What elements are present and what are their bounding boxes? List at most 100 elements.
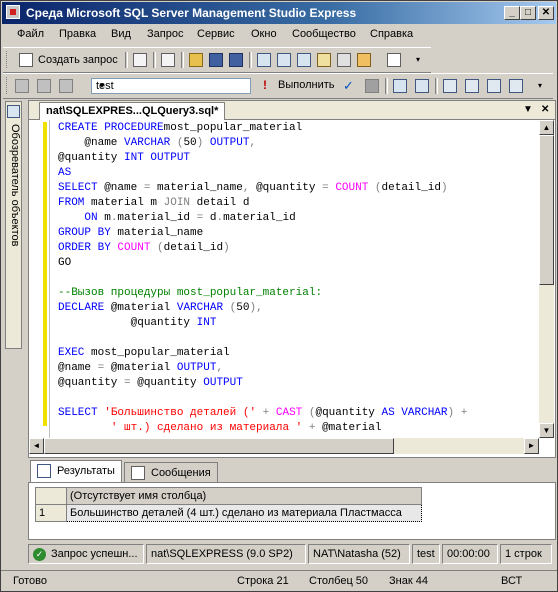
template-explorer-icon[interactable] bbox=[297, 53, 311, 67]
code-line[interactable] bbox=[58, 331, 467, 346]
code-line[interactable]: EXEC most_popular_material bbox=[58, 346, 467, 361]
tab-results-label: Результаты bbox=[57, 465, 115, 477]
code-token: ( bbox=[368, 182, 382, 194]
code-token: most_popular_material bbox=[84, 347, 230, 359]
new-file-icon[interactable] bbox=[133, 53, 147, 67]
comment-out-icon[interactable] bbox=[509, 79, 523, 93]
code-line[interactable]: ON m.material_id = d.material_id bbox=[58, 211, 467, 226]
menu-window[interactable]: Окно bbox=[251, 28, 277, 40]
code-token: d bbox=[203, 212, 217, 224]
code-line[interactable]: DECLARE @material VARCHAR (50), bbox=[58, 301, 467, 316]
scroll-left-icon[interactable]: ◄ bbox=[29, 438, 44, 454]
new-query-button[interactable]: Создать запрос bbox=[19, 51, 121, 69]
summary-icon[interactable] bbox=[387, 53, 401, 67]
code-line[interactable]: FROM material m JOIN detail d bbox=[58, 196, 467, 211]
save-all-icon[interactable] bbox=[229, 53, 243, 67]
toolbar-grip[interactable] bbox=[6, 51, 10, 68]
code-token: OUTPUT bbox=[176, 362, 217, 374]
code-line[interactable]: SELECT @name = material_name, @quantity … bbox=[58, 181, 467, 196]
execute-icon[interactable]: ! bbox=[263, 79, 269, 93]
title-bar[interactable]: Среда Microsoft SQL Server Management St… bbox=[2, 2, 556, 24]
tab-messages[interactable]: Сообщения bbox=[124, 462, 218, 482]
include-plan-icon[interactable] bbox=[443, 79, 457, 93]
code-token: @quantity bbox=[249, 182, 323, 194]
document-list-icon[interactable]: ▼ bbox=[523, 104, 533, 115]
code-line[interactable]: @name = @material OUTPUT, bbox=[58, 361, 467, 376]
query-status-text: Запрос успешн... bbox=[51, 548, 138, 560]
row-number[interactable]: 1 bbox=[35, 504, 67, 522]
scroll-up-icon[interactable]: ▲ bbox=[539, 120, 554, 135]
disconnect-icon[interactable] bbox=[59, 79, 73, 93]
registered-servers-icon[interactable] bbox=[257, 53, 271, 67]
database-select[interactable]: test ▼ bbox=[91, 78, 251, 94]
open-item-icon[interactable] bbox=[161, 53, 175, 67]
toolbar-options-icon[interactable]: ▾ bbox=[411, 53, 425, 67]
menu-community[interactable]: Сообщество bbox=[292, 28, 356, 40]
execute-button[interactable]: Выполнить bbox=[278, 79, 334, 91]
code-token: detail_id bbox=[381, 182, 441, 194]
code-token: most_popular_material bbox=[163, 122, 303, 134]
menu-view[interactable]: Вид bbox=[111, 28, 131, 40]
parse-icon[interactable]: ✓ bbox=[343, 79, 357, 93]
code-line[interactable]: @quantity INT OUTPUT bbox=[58, 151, 467, 166]
menu-tools[interactable]: Сервис bbox=[197, 28, 235, 40]
menu-file[interactable]: Файл bbox=[17, 28, 44, 40]
chevron-down-icon[interactable]: ▼ bbox=[96, 80, 108, 92]
object-explorer-icon[interactable] bbox=[277, 53, 291, 67]
minimize-button[interactable]: _ bbox=[504, 6, 520, 20]
properties-icon[interactable] bbox=[317, 53, 331, 67]
column-header[interactable]: (Отсутствует имя столбца) bbox=[66, 487, 422, 505]
code-line[interactable]: @quantity INT bbox=[58, 316, 467, 331]
query-options-icon[interactable] bbox=[415, 79, 429, 93]
document-tab[interactable]: nat\SQLEXPRES...QLQuery3.sql* bbox=[39, 102, 226, 120]
object-explorer-tab[interactable]: Обозреватель объектов bbox=[5, 101, 22, 349]
code-editor[interactable]: CREATE PROCEDUREmost_popular_material @n… bbox=[29, 120, 539, 438]
code-line[interactable]: SELECT 'Большинство деталей (' + CAST (@… bbox=[58, 406, 467, 421]
code-line[interactable] bbox=[58, 391, 467, 406]
code-token: 'Большинство деталей (' bbox=[104, 407, 257, 419]
code-line[interactable]: ORDER BY COUNT (detail_id) bbox=[58, 241, 467, 256]
save-icon[interactable] bbox=[209, 53, 223, 67]
open-folder-icon[interactable] bbox=[189, 53, 203, 67]
estimated-plan-icon[interactable] bbox=[393, 79, 407, 93]
editor-gutter bbox=[29, 120, 50, 438]
toolbox-icon[interactable] bbox=[337, 53, 351, 67]
scroll-right-icon[interactable]: ► bbox=[524, 438, 539, 454]
toolbar-grip[interactable] bbox=[6, 77, 10, 94]
horizontal-scrollbar[interactable]: ◄ ► bbox=[29, 438, 539, 454]
toolbar-separator bbox=[125, 52, 128, 68]
grid-cell[interactable]: Большинство деталей (4 шт.) сделано из м… bbox=[66, 504, 422, 522]
code-line[interactable]: CREATE PROCEDUREmost_popular_material bbox=[58, 121, 467, 136]
code-token: ) bbox=[196, 137, 210, 149]
solution-explorer-icon[interactable] bbox=[357, 53, 371, 67]
menu-query[interactable]: Запрос bbox=[147, 28, 183, 40]
toolbar-options-icon[interactable]: ▾ bbox=[533, 79, 547, 93]
window-title: Среда Microsoft SQL Server Management St… bbox=[26, 6, 357, 20]
code-line[interactable]: @quantity = @quantity OUTPUT bbox=[58, 376, 467, 391]
connect-icon[interactable] bbox=[15, 79, 29, 93]
scroll-thumb[interactable] bbox=[44, 438, 394, 454]
code-line[interactable]: ' шт.) сделано из материала ' + @materia… bbox=[58, 421, 467, 436]
results-to-text-icon[interactable] bbox=[465, 79, 479, 93]
close-button[interactable]: ✕ bbox=[538, 6, 554, 20]
menu-help[interactable]: Справка bbox=[370, 28, 413, 40]
vertical-scrollbar[interactable]: ▲ ▼ bbox=[539, 120, 554, 438]
results-to-grid-icon[interactable] bbox=[487, 79, 501, 93]
cancel-query-icon[interactable] bbox=[365, 79, 379, 93]
scroll-thumb[interactable] bbox=[539, 135, 554, 285]
menu-edit[interactable]: Правка bbox=[59, 28, 96, 40]
code-line[interactable]: GROUP BY material_name bbox=[58, 226, 467, 241]
code-line[interactable]: AS bbox=[58, 166, 467, 181]
tab-results[interactable]: Результаты bbox=[30, 460, 122, 482]
scroll-down-icon[interactable]: ▼ bbox=[539, 423, 554, 438]
change-connection-icon[interactable] bbox=[37, 79, 51, 93]
code-line[interactable]: --Вызов процедуры most_popular_material: bbox=[58, 286, 467, 301]
close-document-icon[interactable]: ✕ bbox=[541, 104, 549, 115]
maximize-button[interactable]: □ bbox=[520, 6, 536, 20]
code-token: OUTPUT bbox=[203, 377, 243, 389]
code-line[interactable]: @name VARCHAR (50) OUTPUT, bbox=[58, 136, 467, 151]
sql-code[interactable]: CREATE PROCEDUREmost_popular_material @n… bbox=[58, 121, 467, 436]
code-line[interactable]: GO bbox=[58, 256, 467, 271]
grid-corner[interactable] bbox=[35, 487, 67, 505]
code-line[interactable] bbox=[58, 271, 467, 286]
